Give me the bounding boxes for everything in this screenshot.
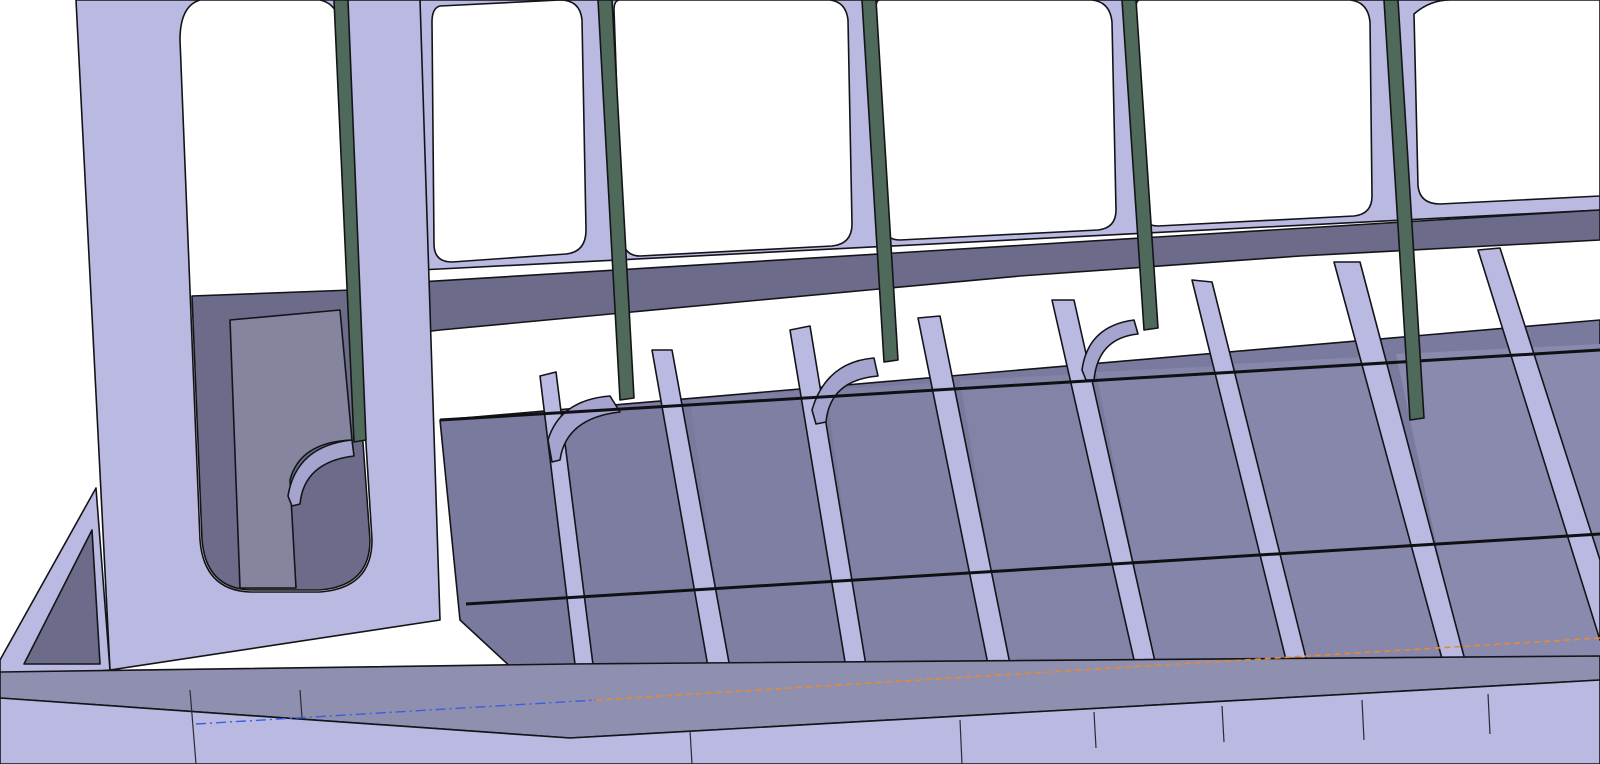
cutout-2 — [613, 0, 853, 257]
3d-viewport[interactable] — [0, 0, 1600, 764]
model-scene[interactable] — [0, 0, 1600, 764]
cutout-1 — [431, 0, 587, 263]
cutout-4 — [1135, 0, 1373, 227]
cutout-3 — [875, 0, 1117, 241]
cutout-5 — [1413, 0, 1600, 205]
